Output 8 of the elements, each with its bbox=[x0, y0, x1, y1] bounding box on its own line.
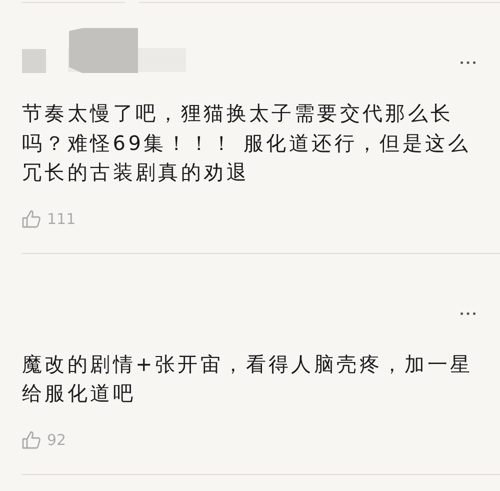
like-count: 92 bbox=[47, 430, 66, 448]
more-icon[interactable]: ••• bbox=[459, 310, 478, 320]
thumbs-up-icon[interactable] bbox=[22, 210, 41, 228]
thumbs-up-icon[interactable] bbox=[22, 430, 41, 448]
more-icon[interactable]: ••• bbox=[459, 59, 478, 69]
comment-text: 节奏太慢了吧，狸猫换太子需要交代那么长吗？难怪69集！！！ 服化道还行，但是这么冗长的古装剧真的劝退 bbox=[22, 100, 472, 186]
comment-text: 魔改的剧情+张开宙，看得人脑壳疼，加一星给服化道吧 bbox=[22, 350, 474, 407]
like-count: 111 bbox=[47, 210, 76, 228]
